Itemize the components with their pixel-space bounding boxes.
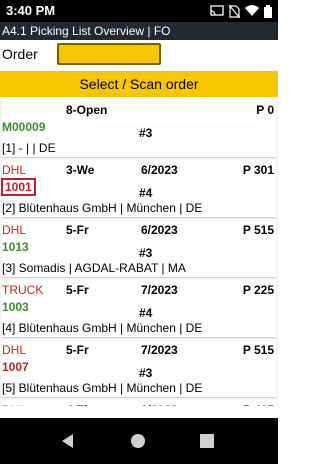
recents-icon[interactable] — [198, 432, 216, 450]
position-count: #4 — [139, 306, 153, 320]
priority-label: P 515 — [242, 223, 274, 237]
period-label: 6/2023 — [141, 163, 178, 177]
status-bar: 3:40 PM — [0, 0, 278, 22]
picking-list[interactable]: 8-Open P 0 M00009 #3 [1] - | | DE DHL 3-We 6/20… — [0, 100, 278, 406]
day-label: 5-Fr — [66, 283, 89, 297]
customer-info: [2] Blütenhaus GmbH | München | DE — [2, 201, 203, 215]
no-sim-icon — [229, 4, 240, 18]
cast-icon — [210, 5, 224, 16]
home-icon[interactable] — [129, 432, 147, 450]
priority-label: P 0 — [256, 103, 274, 117]
order-number: 1003 — [2, 300, 29, 314]
priority-label: P 225 — [242, 283, 274, 297]
position-count: #3 — [139, 366, 153, 380]
day-label: 5-Fr — [66, 223, 89, 237]
list-item[interactable]: DHL 5-Fr 7/2023 P 515 1007 #3 [5] Blütenhaus G… — [2, 340, 276, 398]
day-label: 4-Th — [66, 403, 91, 406]
priority-label: P 515 — [242, 343, 274, 357]
back-icon[interactable] — [59, 432, 77, 450]
carrier-label: TRUCK — [2, 283, 44, 297]
customer-info: [1] - | | DE — [2, 141, 56, 155]
page-title: A4.1 Picking List Overview | FO — [2, 24, 171, 38]
carrier-label: DHL — [2, 163, 27, 177]
list-item[interactable]: DHL 3-We 6/2023 P 301 1001 #4 [2] Blütenhaus G… — [1, 160, 276, 218]
list-item[interactable]: TRUCK 5-Fr 7/2023 P 225 1003 #4 [4] Blütenhaus… — [2, 280, 276, 338]
customer-info: [5] Blütenhaus GmbH | München | DE — [2, 381, 203, 395]
status-time: 3:40 PM — [6, 3, 56, 18]
position-count: #3 — [139, 126, 153, 140]
customer-info: [3] Somadis | AGDAL-RABAT | MA — [2, 261, 186, 275]
order-input[interactable] — [57, 43, 161, 65]
order-number: 1007 — [2, 360, 29, 374]
order-label: Order — [2, 46, 38, 62]
status-icons — [210, 4, 272, 18]
priority-label: P 301 — [242, 163, 274, 177]
order-number: 1013 — [2, 240, 29, 254]
position-count: #4 — [139, 186, 153, 200]
list-item[interactable]: 8-Open P 0 M00009 #3 [1] - | | DE — [2, 100, 276, 158]
priority-label: P 415 — [243, 403, 274, 406]
list-item[interactable]: DHL 4-Th 8/2023 P 415 — [2, 400, 276, 406]
period-label: 6/2023 — [141, 223, 178, 237]
period-label: 7/2023 — [141, 343, 178, 357]
day-label: 3-We — [66, 163, 95, 177]
order-number: 1001 — [1, 178, 36, 196]
period-label: 8/2023 — [141, 403, 178, 406]
navigation-bar — [0, 418, 278, 464]
battery-icon — [264, 4, 272, 18]
list-item[interactable]: DHL 5-Fr 6/2023 P 515 1013 #3 [3] Somadis | AG… — [2, 220, 276, 278]
carrier-label: DHL — [2, 343, 27, 357]
title-bar: A4.1 Picking List Overview | FO — [0, 22, 278, 40]
customer-info: [4] Blütenhaus GmbH | München | DE — [2, 321, 203, 335]
carrier-label: DHL — [2, 223, 27, 237]
position-count: #3 — [139, 246, 153, 260]
order-number: M00009 — [2, 120, 46, 134]
day-label: 5-Fr — [66, 343, 89, 357]
order-row: Order — [0, 40, 278, 70]
carrier-label: DHL — [2, 403, 26, 406]
day-label: 8-Open — [66, 103, 108, 117]
period-label: 7/2023 — [141, 283, 178, 297]
scan-order-button[interactable]: Select / Scan order — [0, 71, 278, 97]
wifi-icon — [245, 5, 259, 17]
